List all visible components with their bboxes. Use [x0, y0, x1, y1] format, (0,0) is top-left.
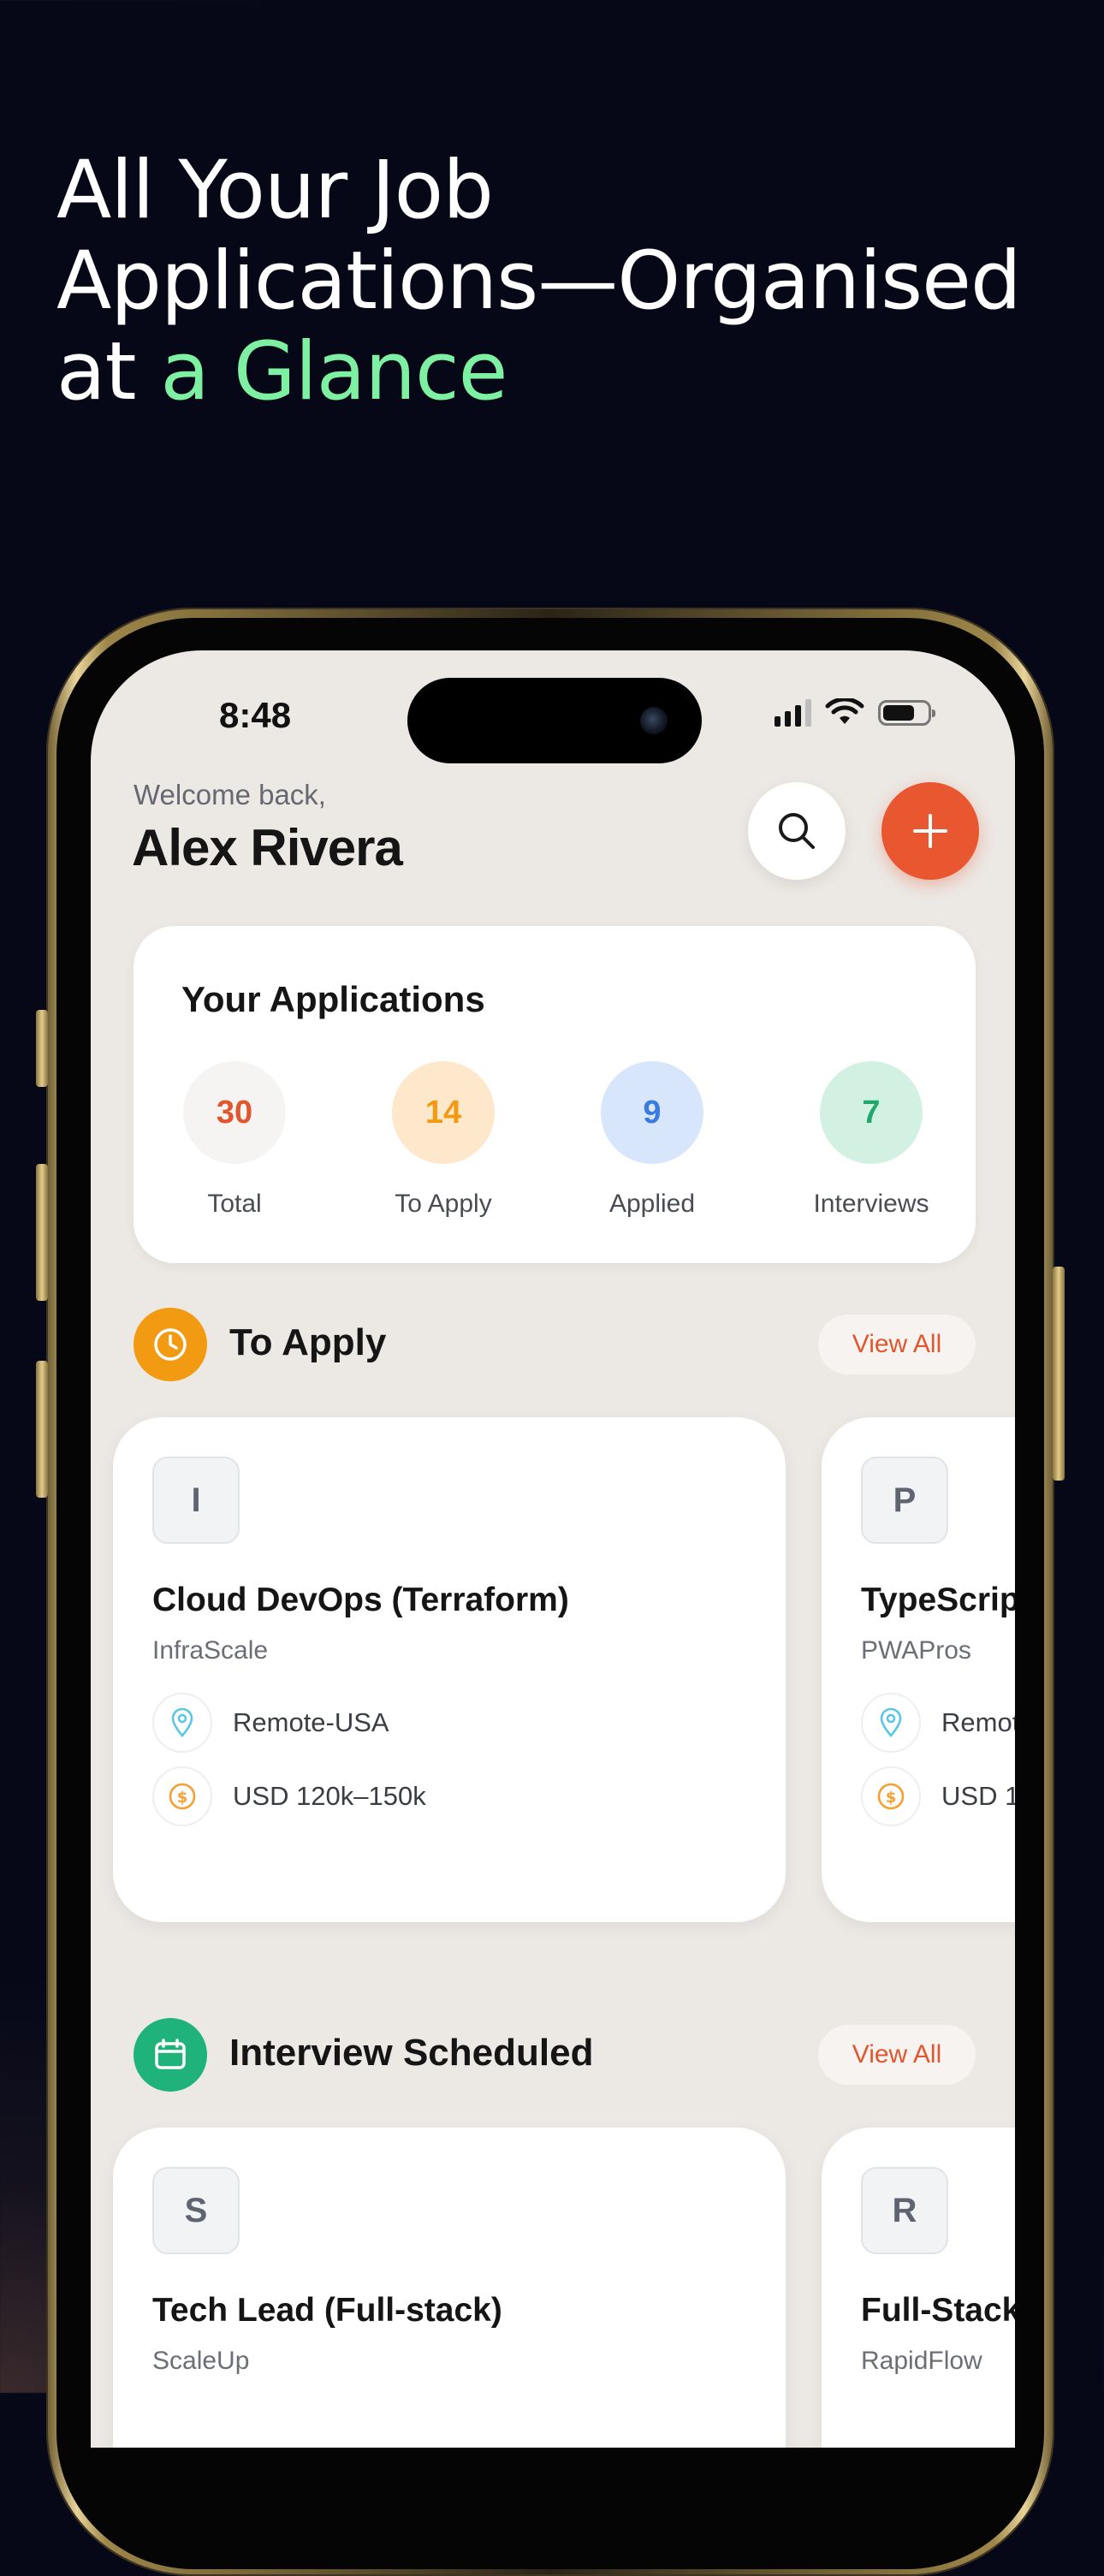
headline-prefix: at: [56, 325, 161, 418]
stat-to-apply-label: To Apply: [395, 1190, 492, 1218]
interview-title: Interview Scheduled: [229, 2032, 594, 2074]
stat-interviews[interactable]: 7 Interviews: [786, 1061, 957, 1219]
to-apply-view-all-button[interactable]: View All: [818, 1315, 976, 1374]
search-icon: [779, 813, 815, 849]
stat-total[interactable]: 30 Total: [149, 1061, 320, 1219]
to-apply-title: To Apply: [229, 1321, 387, 1363]
camera-icon: [640, 707, 668, 734]
svg-text:$: $: [886, 1789, 897, 1807]
plus-icon: [913, 814, 947, 848]
interview-view-all-button[interactable]: View All: [818, 2025, 976, 2085]
job-card[interactable]: R Full-Stack RapidFlow: [822, 2128, 1015, 2448]
location-pin-icon: [861, 1693, 921, 1753]
to-apply-section-header: To Apply View All: [134, 1308, 976, 1381]
job-salary: USD 120k–150k: [233, 1781, 426, 1811]
app-screen: 8:48 Welcome back, Alex Rivera Your Appl…: [91, 650, 1015, 2448]
company-logo: S: [152, 2167, 240, 2254]
stat-applied[interactable]: 9 Applied: [567, 1061, 738, 1219]
interview-section-header: Interview Scheduled View All: [134, 2018, 976, 2092]
search-button[interactable]: [748, 782, 846, 880]
job-location-row: Remote-USA: [152, 1693, 389, 1753]
cellular-signal-icon: [775, 699, 811, 727]
dynamic-island: [407, 678, 702, 763]
job-card[interactable]: I Cloud DevOps (Terraform) InfraScale Re…: [113, 1417, 786, 1922]
add-application-button[interactable]: [881, 782, 979, 880]
job-company: RapidFlow: [861, 2347, 982, 2375]
headline-line-2: Applications—Organised: [56, 234, 1022, 328]
stat-total-value: 30: [183, 1061, 286, 1164]
marketing-headline: All Your Job Applications—Organised at a…: [56, 145, 1083, 418]
status-icons: [775, 698, 935, 727]
status-time: 8:48: [219, 695, 292, 735]
applications-summary-card: Your Applications 30 Total 14 To Apply 9…: [134, 926, 976, 1263]
job-salary: USD 1(: [941, 1781, 1015, 1811]
job-location-row: Remot: [861, 1693, 1015, 1753]
headline-accent: a Glance: [160, 325, 507, 418]
stat-applied-value: 9: [601, 1061, 703, 1164]
job-company: ScaleUp: [152, 2347, 250, 2375]
company-logo: I: [152, 1457, 240, 1544]
job-company: InfraScale: [152, 1636, 269, 1665]
calendar-icon: [134, 2018, 207, 2092]
user-name: Alex Rivera: [132, 819, 403, 876]
dollar-coin-icon: $: [861, 1766, 921, 1826]
job-title: Tech Lead (Full-stack): [152, 2292, 502, 2329]
battery-icon: [878, 700, 935, 726]
job-title: TypeScrip: [861, 1582, 1015, 1618]
job-card[interactable]: P TypeScrip PWAPros Remot $ USD 1(: [822, 1417, 1015, 1922]
location-pin-icon: [152, 1693, 212, 1753]
phone-silent-switch: [36, 1010, 48, 1087]
phone-power-button: [1053, 1267, 1065, 1481]
stat-applied-label: Applied: [608, 1190, 696, 1218]
welcome-text: Welcome back,: [134, 779, 326, 810]
summary-title: Your Applications: [181, 979, 485, 1019]
job-location: Remot: [941, 1707, 1015, 1737]
stat-interviews-value: 7: [820, 1061, 923, 1164]
job-salary-row: $ USD 1(: [861, 1766, 1015, 1826]
stat-to-apply-value: 14: [392, 1061, 495, 1164]
stat-to-apply[interactable]: 14 To Apply: [358, 1061, 529, 1219]
svg-text:$: $: [177, 1789, 188, 1807]
job-salary-row: $ USD 120k–150k: [152, 1766, 426, 1826]
job-title: Full-Stack: [861, 2292, 1015, 2329]
headline-line-3: at a Glance: [56, 327, 1083, 418]
job-card[interactable]: S Tech Lead (Full-stack) ScaleUp: [113, 2128, 786, 2448]
headline-line-1: All Your Job: [56, 144, 494, 237]
dollar-coin-icon: $: [152, 1766, 212, 1826]
company-logo: P: [861, 1457, 948, 1544]
wifi-icon: [825, 698, 864, 724]
stat-interviews-label: Interviews: [813, 1190, 929, 1218]
stat-total-label: Total: [207, 1190, 262, 1218]
phone-volume-up: [36, 1164, 48, 1301]
company-logo: R: [861, 2167, 948, 2254]
job-company: PWAPros: [861, 1636, 971, 1665]
job-title: Cloud DevOps (Terraform): [152, 1582, 569, 1618]
clock-icon: [134, 1308, 207, 1381]
phone-volume-down: [36, 1361, 48, 1498]
job-location: Remote-USA: [233, 1707, 389, 1737]
